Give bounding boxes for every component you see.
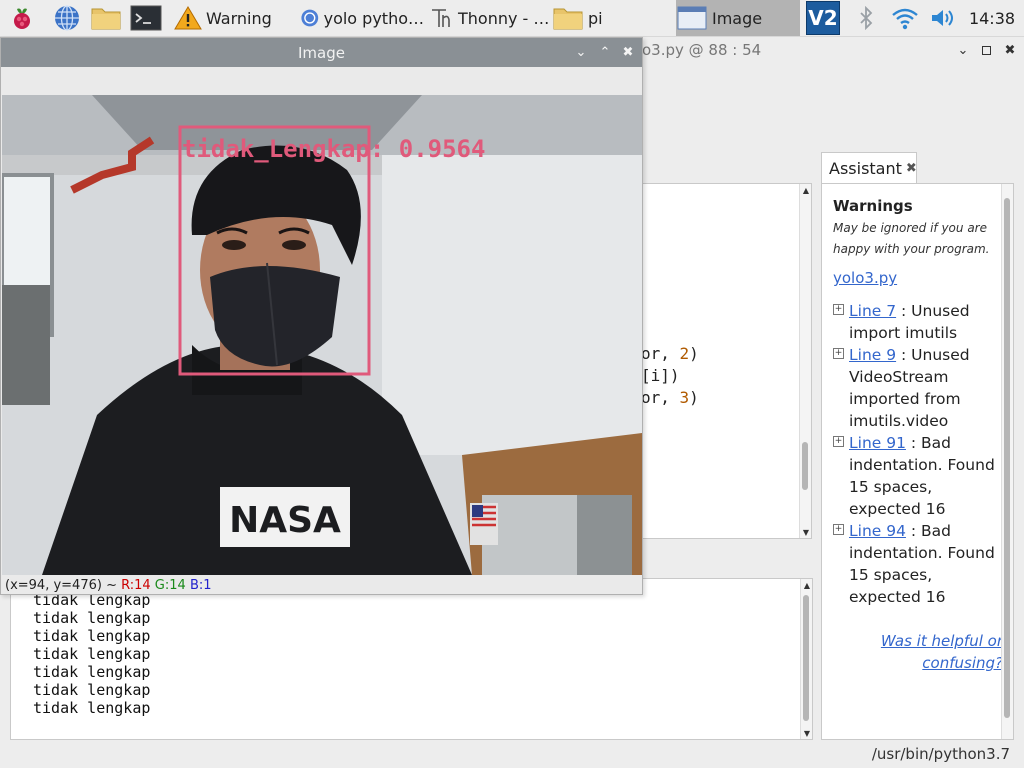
taskbar-app-thonny[interactable]: Thonny - … [428, 0, 550, 36]
tab-assistant-label: Assistant [829, 159, 902, 178]
raspberry-menu-icon[interactable] [4, 0, 40, 36]
taskbar-app-folder[interactable]: pi [552, 0, 672, 36]
taskbar-app-chromium[interactable]: yolo pytho… [300, 0, 424, 36]
g-value: G:14 [154, 578, 186, 593]
close-icon[interactable]: ✖ [620, 44, 636, 60]
maximize-icon[interactable]: ⌃ [597, 44, 613, 60]
scroll-thumb[interactable] [803, 595, 809, 721]
warning-item: + Line 7 : Unused import imutils [833, 300, 1003, 344]
expand-icon[interactable]: + [833, 524, 844, 535]
taskbar-app-warning[interactable]: Warning [174, 0, 296, 36]
warning-icon [174, 6, 202, 30]
shell-panel[interactable]: tidak lengkap tidak lengkap tidak lengka… [10, 578, 813, 740]
file-link[interactable]: yolo3.py [833, 269, 897, 287]
chromium-icon [301, 9, 319, 27]
assistant-scrollbar[interactable] [1001, 184, 1013, 739]
thonny-minimize-icon[interactable]: ⌄ [955, 42, 971, 58]
thonny-titlebar: o3.py @ 88 : 54 ⌄ ✖ [640, 38, 1024, 64]
vnc-label: V2 [806, 1, 840, 35]
close-tab-icon[interactable]: ✖ [906, 161, 917, 176]
taskbar-app-label: Image [712, 8, 763, 28]
warning-line-link[interactable]: Line 91 [849, 434, 906, 452]
assistant-note: May be ignored if you are happy with you… [833, 221, 990, 256]
thonny-icon [432, 9, 450, 27]
shell-line: tidak lengkap [33, 663, 151, 681]
feedback-link[interactable]: Was it helpful or confusing? [853, 630, 1003, 674]
b-value: B:1 [189, 578, 212, 593]
shell-line: tidak lengkap [33, 627, 151, 645]
shell-line: tidak lengkap [33, 609, 151, 627]
taskbar-app-label: Thonny - … [458, 8, 550, 28]
taskbar-app-image[interactable]: Image [676, 0, 800, 36]
file-manager-icon[interactable] [88, 0, 124, 36]
warning-line-link[interactable]: Line 94 [849, 522, 906, 540]
warning-item: + Line 9 : Unused VideoStream imported f… [833, 344, 1003, 432]
code-editor[interactable]: or, 2) [i]) or, 3) ▲ ▼ [640, 183, 812, 539]
volume-icon[interactable] [926, 0, 960, 36]
camera-frame[interactable]: NASA tidak_Lengkap: 0.9564 [2, 95, 642, 575]
image-window-title: Image [298, 44, 345, 62]
interpreter-status[interactable]: /usr/bin/python3.7 [872, 745, 1010, 763]
warning-line-link[interactable]: Line 7 [849, 302, 896, 320]
folder-icon [553, 8, 583, 30]
detection-label: tidak_Lengkap: 0.9564 [182, 135, 485, 163]
taskbar-app-label: pi [588, 8, 603, 28]
warning-item: + Line 94 : Bad indentation. Found 15 sp… [833, 520, 1003, 608]
assistant-panel: Warnings May be ignored if you are happy… [821, 183, 1014, 740]
shell-line: tidak lengkap [33, 699, 151, 717]
thonny-close-icon[interactable]: ✖ [1002, 42, 1018, 58]
shell-line: tidak lengkap [33, 645, 151, 663]
image-window-titlebar[interactable]: Image ⌄ ⌃ ✖ [1, 38, 642, 67]
editor-scrollbar[interactable]: ▲ ▼ [799, 184, 811, 538]
pixel-readout: (x=94, y=476) ~ R:14 G:14 B:1 [5, 578, 212, 593]
taskbar: Warning yolo pytho… Thonny - … pi Image … [0, 0, 1024, 37]
shirt-logo: NASA [229, 500, 341, 541]
scroll-up-icon[interactable]: ▲ [800, 184, 812, 196]
expand-icon[interactable]: + [833, 304, 844, 315]
warning-line-link[interactable]: Line 9 [849, 346, 896, 364]
minimize-icon[interactable]: ⌄ [573, 44, 589, 60]
terminal-icon[interactable] [128, 0, 164, 36]
scroll-down-icon[interactable]: ▼ [801, 727, 812, 739]
shell-line: tidak lengkap [33, 681, 151, 699]
wifi-icon[interactable] [888, 0, 922, 36]
image-window: Image ⌄ ⌃ ✖ NASA tidak_Lengkap: 0.9564 (… [0, 37, 643, 595]
code-line: [i]) [641, 366, 680, 385]
taskbar-app-label: Warning [206, 8, 272, 28]
clock: 14:38 [968, 8, 1016, 28]
scroll-thumb[interactable] [802, 442, 808, 490]
assistant-heading: Warnings [833, 197, 913, 215]
warning-item: + Line 91 : Bad indentation. Found 15 sp… [833, 432, 1003, 520]
browser-globe-icon[interactable] [50, 0, 84, 36]
thonny-maximize-icon[interactable] [978, 42, 994, 58]
thonny-title: o3.py @ 88 : 54 [642, 41, 762, 59]
expand-icon[interactable]: + [833, 436, 844, 447]
vnc-icon[interactable]: V2 [804, 0, 842, 36]
taskbar-app-label: yolo pytho… [323, 8, 424, 28]
scroll-down-icon[interactable]: ▼ [800, 526, 812, 538]
shell-scrollbar[interactable]: ▲ ▼ [800, 579, 812, 739]
coord-text: (x=94, y=476) ~ [5, 578, 122, 593]
camera-image: NASA tidak_Lengkap: 0.9564 [2, 95, 642, 575]
r-value: R:14 [121, 578, 151, 593]
scroll-thumb[interactable] [1004, 198, 1010, 718]
scroll-up-icon[interactable]: ▲ [801, 579, 812, 591]
window-icon [677, 6, 707, 30]
tab-assistant[interactable]: Assistant ✖ [821, 152, 917, 184]
code-line: or, 3) [641, 388, 699, 407]
expand-icon[interactable]: + [833, 348, 844, 359]
code-line: or, 2) [641, 344, 699, 363]
bluetooth-icon[interactable] [852, 0, 880, 36]
